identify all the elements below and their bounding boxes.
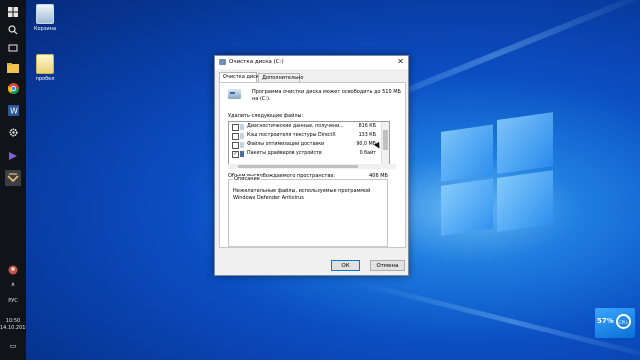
hard-drive-icon [228, 89, 241, 99]
file-size: 133 КБ [358, 133, 376, 138]
clock-date[interactable]: 14.10.2019 [0, 325, 29, 332]
intro-text: Программа очистки диска может освободить… [252, 89, 401, 102]
file-explorer-icon[interactable] [5, 60, 21, 76]
files-label: Удалить следующие файлы: [228, 113, 304, 119]
desktop-icon-file[interactable]: пробел [30, 54, 60, 82]
search-icon[interactable] [5, 22, 21, 38]
windows-logo [441, 112, 553, 238]
file-name: Файлы оптимизации доставки [247, 142, 325, 147]
dialog-title: Очистка диска (C:) [229, 59, 284, 65]
file-size: 0 байт [359, 151, 376, 156]
checkbox-checked[interactable]: ✓ [232, 151, 239, 158]
file-name: Кэш построителя текстуры DirectX [247, 133, 336, 138]
close-icon[interactable]: ✕ [397, 57, 404, 66]
recycle-bin-icon [36, 4, 54, 24]
list-item[interactable]: Диагностические данные, получени... 816 … [231, 123, 376, 131]
app-icon[interactable] [5, 170, 21, 186]
checkbox[interactable] [232, 133, 239, 140]
desktop-icon-label: пробел [35, 76, 55, 82]
checkbox[interactable] [232, 124, 239, 131]
file-type-icon [240, 133, 244, 139]
description-text: Нежелательные файлы, используемые програ… [233, 188, 371, 201]
taskbar: W ∧ РУС 10:50 14.10.2019 ▭ [0, 0, 29, 360]
cpu-widget[interactable]: 57% CPU [595, 308, 635, 338]
disk-icon [219, 59, 226, 65]
dialog-titlebar[interactable]: Очистка диска (C:) ✕ [215, 56, 408, 69]
tab-panel: Программа очистки диска может освободить… [219, 82, 406, 248]
cpu-label: CPU [619, 320, 628, 325]
file-type-icon [240, 151, 244, 157]
file-name: Диагностические данные, получени... [247, 124, 344, 129]
file-size: 816 КБ [358, 124, 376, 129]
desktop-icon-label: Корзина [33, 26, 57, 32]
tab-more-options[interactable]: Дополнительно [258, 73, 303, 82]
file-name: Пакеты драйверов устройств [247, 151, 322, 156]
list-item[interactable]: ✓ Пакеты драйверов устройств 0 байт [231, 150, 376, 158]
media-icon[interactable] [5, 148, 21, 164]
file-icon [36, 54, 54, 74]
file-type-icon [240, 142, 244, 148]
clock-time[interactable]: 10:50 [0, 318, 26, 325]
language-indicator[interactable]: РУС [0, 298, 26, 305]
list-horizontal-scrollbar[interactable] [228, 164, 396, 169]
list-item[interactable]: Файлы оптимизации доставки 90,0 МБ [231, 141, 376, 149]
windows-icon[interactable] [5, 4, 21, 20]
notification-icon[interactable]: ▭ [5, 338, 21, 354]
list-vertical-scrollbar[interactable] [381, 122, 389, 164]
chrome-icon[interactable] [5, 80, 21, 96]
desktop-icon-recycle-bin[interactable]: Корзина [30, 4, 60, 32]
task-view-icon[interactable] [5, 40, 21, 56]
svg-text:W: W [10, 106, 18, 115]
list-item[interactable]: Кэш построителя текстуры DirectX 133 КБ [231, 132, 376, 140]
settings-icon[interactable] [5, 124, 21, 140]
file-type-icon [240, 124, 244, 130]
ok-button[interactable]: ОК [331, 260, 360, 271]
cancel-button[interactable]: Отмена [370, 260, 405, 271]
disk-cleanup-dialog: Очистка диска (C:) ✕ Очистка диска Допол… [214, 55, 409, 276]
tray-expand-icon[interactable]: ∧ [5, 276, 21, 292]
description-label: Описание [233, 176, 261, 182]
word-icon[interactable]: W [5, 102, 21, 118]
files-list[interactable]: Диагностические данные, получени... 816 … [228, 121, 390, 165]
checkbox[interactable] [232, 142, 239, 149]
tab-disk-cleanup[interactable]: Очистка диска [219, 72, 262, 82]
cpu-percent: 57% [597, 317, 614, 325]
description-group: Описание Нежелательные файлы, используем… [228, 176, 388, 247]
